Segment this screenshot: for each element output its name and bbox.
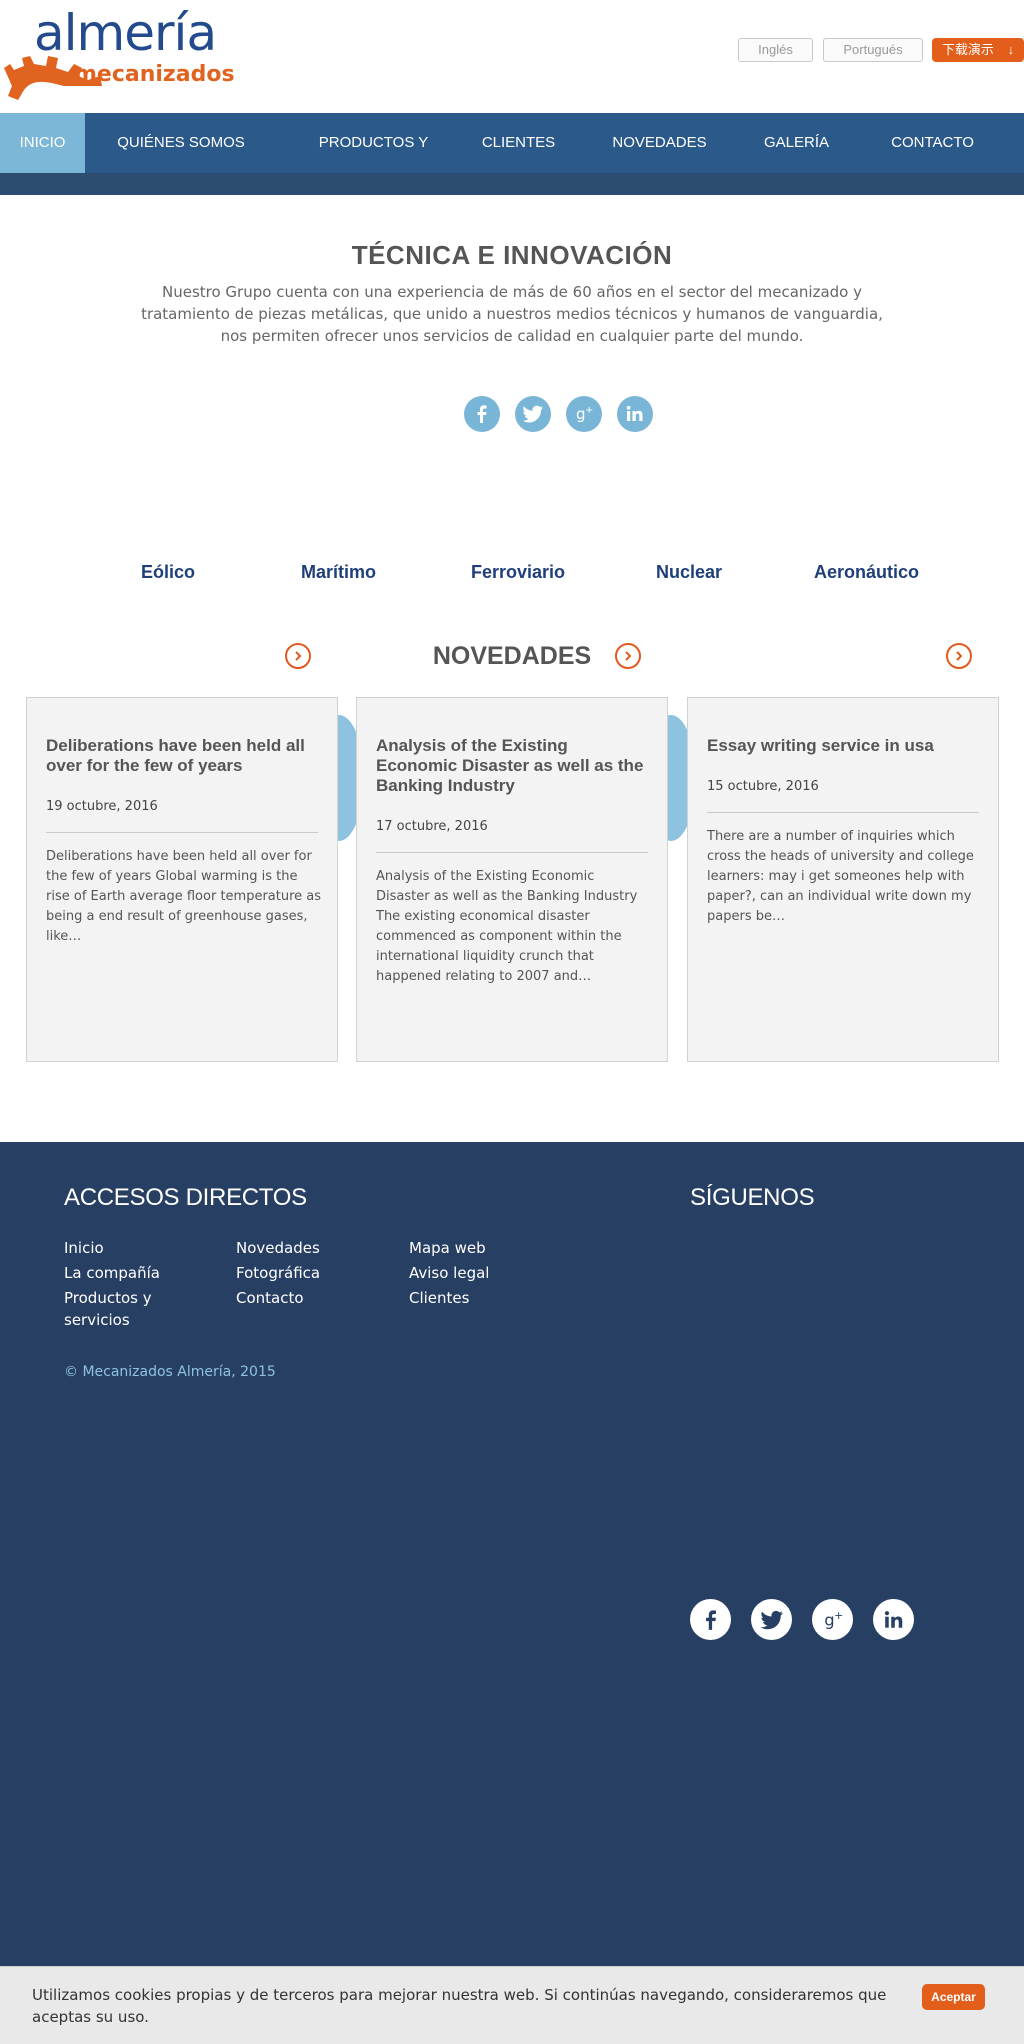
sector-link-aeronautico[interactable]: Aeronáutico [814,562,919,583]
nav-item-clientes[interactable]: CLIENTES [470,113,567,173]
chevron-right-icon[interactable] [946,643,972,669]
chevron-right-icon[interactable] [285,643,311,669]
facebook-icon[interactable] [464,396,500,432]
google-plus-icon[interactable]: g + [812,1599,853,1640]
news-card-excerpt: Analysis of the Existing Economic Disast… [376,869,638,984]
language-english-button[interactable]: Inglés [738,38,813,62]
news-card-divider [707,812,979,813]
social-links: g + [464,396,653,432]
intro-text: Nuestro Grupo cuenta con una experiencia… [141,283,883,345]
news-card-divider [46,832,318,833]
nav-item-inicio[interactable]: INICIO [0,113,85,173]
footer-link-fotografica[interactable]: Fotográfica [236,1262,320,1284]
intro-title: TÉCNICA E INNOVACIÓN [351,240,673,270]
news-card-date: 15 octubre, 2016 [707,779,819,794]
news-card-date: 17 octubre, 2016 [376,819,488,834]
site-logo[interactable]: almería mecanizados [4,4,244,100]
footer-accesos-title: ACCESOS DIRECTOS [64,1184,307,1211]
sector-link-ferroviario[interactable]: Ferroviario [471,562,565,583]
download-demo-label: 下载演示 [941,42,994,57]
news-card[interactable]: Essay writing service in usa 15 octubre,… [687,697,999,1062]
nav-item-quienes-somos[interactable]: QUIÉNES SOMOS [85,113,277,173]
sector-link-maritimo[interactable]: Marítimo [301,562,376,583]
news-card[interactable]: Deliberations have been held all over fo… [26,697,338,1062]
main-nav: INICIO QUIÉNES SOMOS PRODUCTOS Y SERVICI… [0,113,1024,211]
language-portuguese-button[interactable]: Portugués [823,38,923,62]
sector-link-nuclear[interactable]: Nuclear [656,562,722,583]
footer-link-aviso-legal[interactable]: Aviso legal [409,1262,489,1284]
linkedin-icon[interactable] [873,1599,914,1640]
news-card-excerpt: There are a number of inquiries which cr… [707,829,974,924]
footer-link-mapa-web[interactable]: Mapa web [409,1237,486,1259]
news-card-title[interactable]: Essay writing service in usa [707,736,979,756]
nav-item-productos-servicios[interactable]: PRODUCTOS Y SERVICIOS [277,113,470,211]
footer-social-links: g + [690,1599,914,1640]
nav-item-novedades[interactable]: NOVEDADES [567,113,752,173]
twitter-icon[interactable] [751,1599,792,1640]
news-card-divider [376,852,648,853]
arrow-down-icon: ↓ [1007,42,1015,57]
footer-link-inicio[interactable]: Inicio [64,1237,104,1259]
chevron-right-icon[interactable] [615,643,641,669]
footer-link-novedades[interactable]: Novedades [236,1237,320,1259]
cookie-banner: Utilizamos cookies propias y de terceros… [0,1966,1024,2044]
logo-text-mecanizados: mecanizados [74,62,235,87]
linkedin-icon[interactable] [617,396,653,432]
svg-text:+: + [585,405,593,416]
news-card-title[interactable]: Analysis of the Existing Economic Disast… [376,736,648,796]
download-demo-button[interactable]: 下载演示 ↓ [932,38,1024,62]
news-card[interactable]: Analysis of the Existing Economic Disast… [356,697,668,1062]
news-card-title[interactable]: Deliberations have been held all over fo… [46,736,318,776]
site-header: almería mecanizados Inglés Portugués 下载演… [0,0,1024,113]
logo-text-almeria: almería [34,4,217,62]
sector-link-eolico[interactable]: Eólico [141,562,195,583]
twitter-icon[interactable] [515,396,551,432]
footer-copyright: © Mecanizados Almería, 2015 [64,1364,276,1380]
footer-link-clientes[interactable]: Clientes [409,1287,469,1309]
footer-siguenos-title: SÍGUENOS [690,1184,815,1211]
svg-text:+: + [834,1608,843,1621]
footer-link-contacto[interactable]: Contacto [236,1287,304,1309]
news-card-date: 19 octubre, 2016 [46,799,158,814]
novedades-title: NOVEDADES [432,642,592,670]
footer-link-compania[interactable]: La compañía [64,1262,160,1284]
site-footer: ACCESOS DIRECTOS SÍGUENOS Inicio La comp… [0,1142,1024,1966]
google-plus-icon[interactable]: g + [566,396,602,432]
nav-item-contacto[interactable]: CONTACTO [841,113,1024,173]
footer-link-productos[interactable]: Productos y servicios [64,1287,174,1331]
nav-divider-strip [0,173,1024,195]
cookie-text: Utilizamos cookies propias y de terceros… [32,1986,887,2026]
facebook-icon[interactable] [690,1599,731,1640]
nav-item-galeria[interactable]: GALERÍA [752,113,841,173]
cookie-accept-button[interactable]: Aceptar [922,1984,985,2010]
news-card-excerpt: Deliberations have been held all over fo… [46,849,322,944]
